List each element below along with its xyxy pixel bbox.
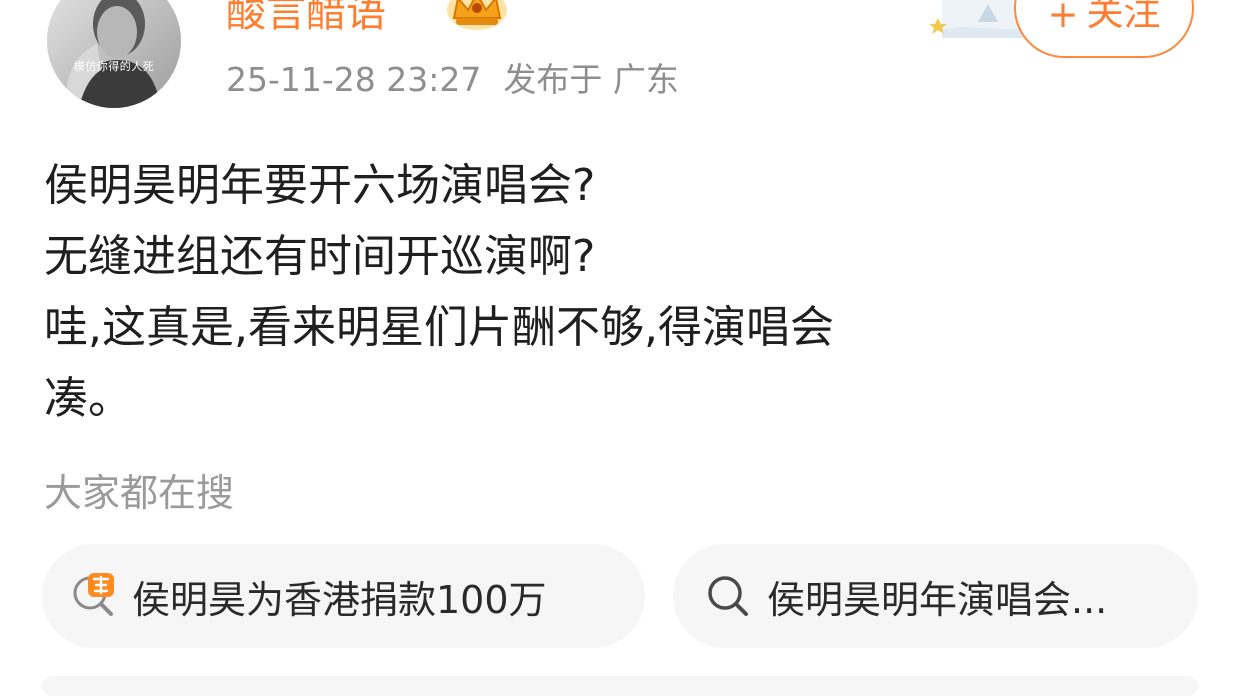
avatar[interactable]: 模仿你得的人死 bbox=[47, 0, 181, 108]
trending-search-text: 侯明昊为香港捐款100万 bbox=[132, 577, 547, 622]
trending-search-chip[interactable]: 侯明昊为香港捐款100万 bbox=[42, 544, 645, 648]
follow-button-label: 关注 bbox=[1086, 0, 1161, 34]
author-name[interactable]: 酸言醋语 bbox=[226, 0, 386, 38]
avatar-caption: 模仿你得的人死 bbox=[73, 60, 155, 73]
post-line: 侯明昊明年要开六场演唱会? bbox=[44, 160, 596, 211]
post-text: 侯明昊明年要开六场演唱会? 无缝进组还有时间开巡演啊? 哇,这真是,看来明星们片… bbox=[44, 150, 1164, 434]
hot-search-icon bbox=[73, 573, 114, 616]
avatar-portrait-image bbox=[47, 0, 181, 108]
next-card-edge bbox=[42, 676, 1198, 696]
post-timestamp: 25-11-28 23:27 bbox=[226, 60, 482, 99]
trending-searches-label: 大家都在搜 bbox=[44, 471, 235, 515]
trending-search-text: 侯明昊明年演唱会... bbox=[767, 577, 1108, 622]
post-line: 凑。 bbox=[44, 373, 132, 424]
post-meta: 25-11-28 23:27 发布于 广东 bbox=[226, 58, 701, 102]
search-icon bbox=[708, 576, 748, 616]
trending-search-chip[interactable]: 侯明昊明年演唱会... bbox=[673, 544, 1198, 648]
post-line: 哇,这真是,看来明星们片酬不够,得演唱会 bbox=[44, 302, 834, 353]
post-location: 发布于 广东 bbox=[503, 60, 679, 99]
crown-badge-icon bbox=[447, 0, 507, 30]
follow-button[interactable]: + 关注 bbox=[1014, 0, 1194, 58]
plus-icon: + bbox=[1047, 0, 1079, 36]
post-line: 无缝进组还有时间开巡演啊? bbox=[44, 231, 596, 282]
